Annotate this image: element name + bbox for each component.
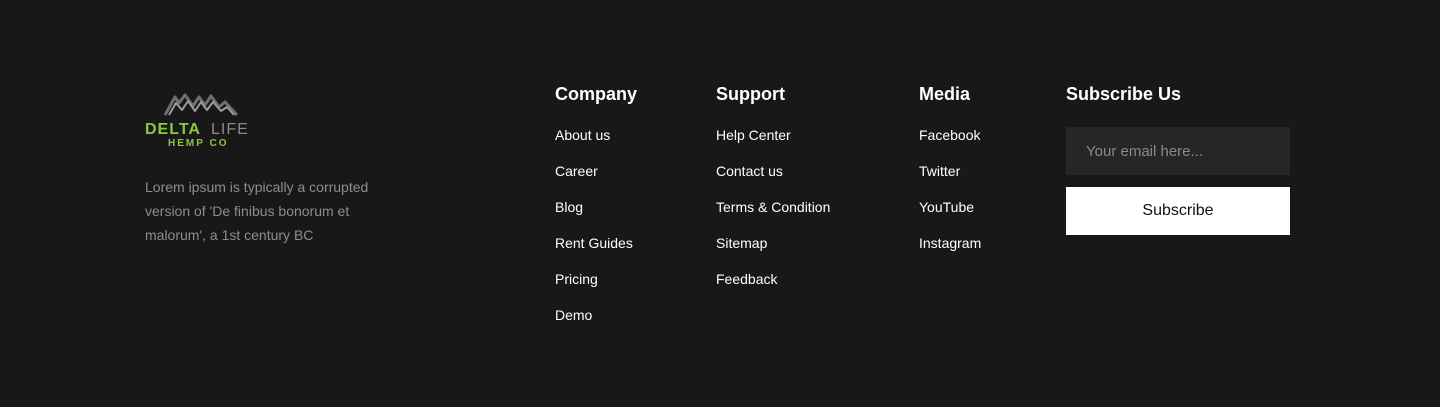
subscribe-column: Subscribe Us Subscribe [1066,82,1290,235]
support-links: Help Center Contact us Terms & Condition… [716,126,830,306]
link-contact-us[interactable]: Contact us [716,162,830,198]
deltalife-logo[interactable]: DELTA LIFE HEMP CO [145,93,259,148]
subscribe-heading: Subscribe Us [1066,84,1182,104]
link-instagram[interactable]: Instagram [919,234,981,270]
link-about-us[interactable]: About us [555,126,637,162]
link-rent-guides[interactable]: Rent Guides [555,234,637,270]
link-sitemap[interactable]: Sitemap [716,234,830,270]
logo-life-text: LIFE [211,121,249,138]
link-career[interactable]: Career [555,162,637,198]
link-feedback[interactable]: Feedback [716,270,830,306]
support-column: Support Help Center Contact us Terms & C… [716,82,830,306]
link-pricing[interactable]: Pricing [555,270,637,306]
company-links: About us Career Blog Rent Guides Pricing… [555,126,637,342]
link-youtube[interactable]: YouTube [919,198,981,234]
link-twitter[interactable]: Twitter [919,162,981,198]
logo-delta-text: DELTA [145,121,201,138]
company-column: Company About us Career Blog Rent Guides… [555,82,637,342]
link-terms-condition[interactable]: Terms & Condition [716,198,830,234]
company-heading: Company [555,84,638,104]
link-blog[interactable]: Blog [555,198,637,234]
logo-sub-text: HEMP CO [168,138,229,148]
brand-description: Lorem ipsum is typically a corrupted ver… [145,179,369,243]
subscribe-button[interactable]: Subscribe [1066,187,1290,235]
media-column: Media Facebook Twitter YouTube Instagram [919,82,981,270]
link-facebook[interactable]: Facebook [919,126,981,162]
media-heading: Media [919,84,971,104]
link-demo[interactable]: Demo [555,306,637,342]
link-help-center[interactable]: Help Center [716,126,830,162]
brand-block: DELTA LIFE HEMP CO Lorem ipsum is typica… [145,93,405,247]
media-links: Facebook Twitter YouTube Instagram [919,126,981,270]
support-heading: Support [716,84,785,104]
email-input[interactable] [1066,127,1290,175]
site-footer: DELTA LIFE HEMP CO Lorem ipsum is typica… [0,0,1440,407]
